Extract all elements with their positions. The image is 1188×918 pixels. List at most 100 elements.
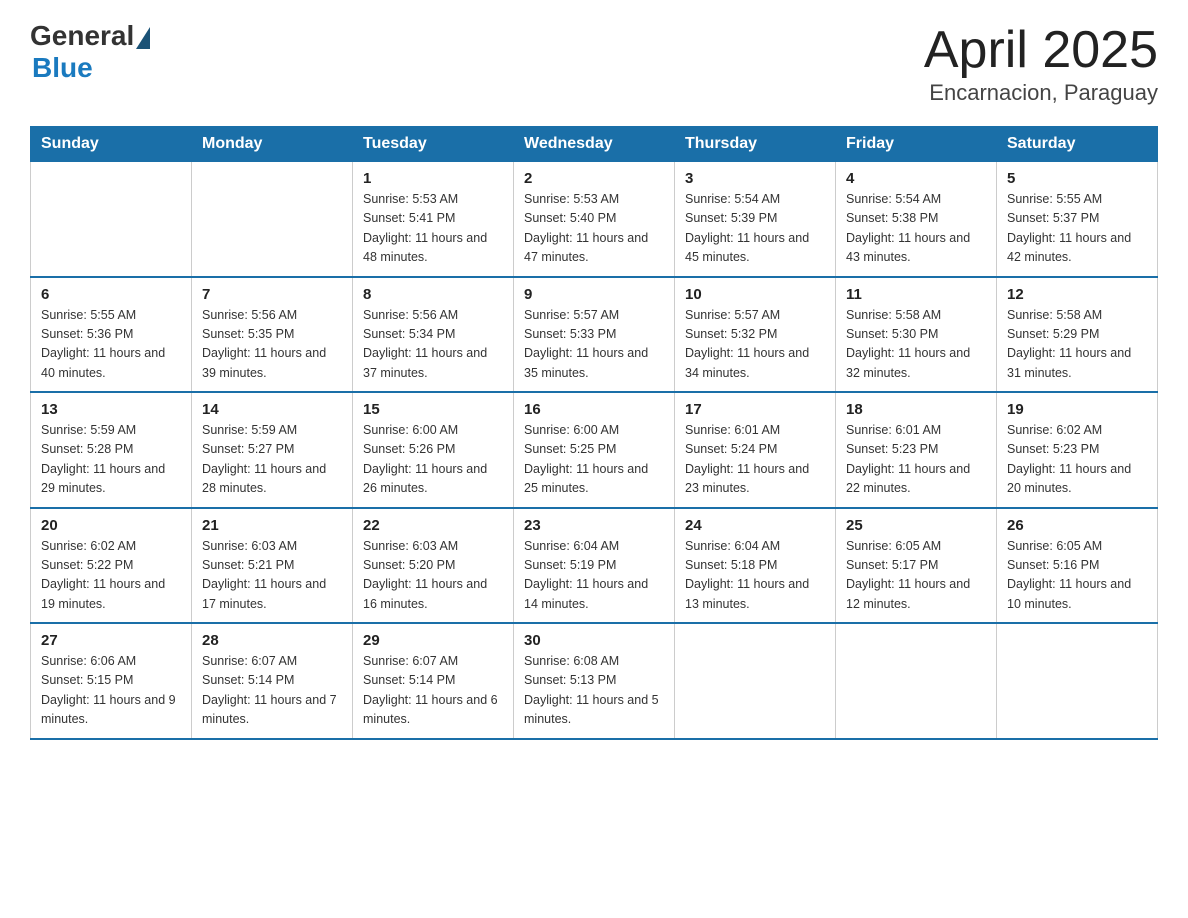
day-number: 17 (685, 401, 825, 418)
calendar-cell: 14Sunrise: 5:59 AMSunset: 5:27 PMDayligh… (192, 392, 353, 508)
weekday-header-sunday: Sunday (31, 127, 192, 162)
calendar-cell: 10Sunrise: 5:57 AMSunset: 5:32 PMDayligh… (675, 277, 836, 393)
day-number: 21 (202, 517, 342, 534)
weekday-header-saturday: Saturday (997, 127, 1158, 162)
logo-general-text: General (30, 20, 134, 52)
calendar-cell: 1 Sunrise: 5:53 AMSunset: 5:41 PMDaylight… (353, 162, 514, 277)
calendar-week-row: 6 Sunrise: 5:55 AMSunset: 5:36 PMDaylight… (31, 277, 1158, 393)
weekday-header-monday: Monday (192, 127, 353, 162)
day-info: Sunrise: 6:02 AMSunset: 5:23 PMDaylight:… (1007, 421, 1147, 499)
day-info: Sunrise: 5:55 AMSunset: 5:37 PMDaylight:… (1007, 190, 1147, 268)
day-number: 4 (846, 170, 986, 187)
day-number: 25 (846, 517, 986, 534)
calendar-week-row: 13 Sunrise: 5:59 AMSunset: 5:28 PMDayligh… (31, 392, 1158, 508)
day-number: 5 (1007, 170, 1147, 187)
calendar-cell: 30 Sunrise: 6:08 AMSunset: 5:13 PMDayligh… (514, 623, 675, 739)
calendar-cell: 13 Sunrise: 5:59 AMSunset: 5:28 PMDayligh… (31, 392, 192, 508)
day-info: Sunrise: 5:54 AMSunset: 5:39 PMDaylight:… (685, 190, 825, 268)
day-info: Sunrise: 6:02 AMSunset: 5:22 PMDaylight:… (41, 537, 181, 615)
day-info: Sunrise: 6:05 AMSunset: 5:17 PMDaylight:… (846, 537, 986, 615)
day-number: 14 (202, 401, 342, 418)
day-number: 20 (41, 517, 181, 534)
day-number: 29 (363, 632, 503, 649)
day-info: Sunrise: 6:06 AMSunset: 5:15 PMDaylight:… (41, 652, 181, 730)
day-info: Sunrise: 5:53 AMSunset: 5:40 PMDaylight:… (524, 190, 664, 268)
calendar-cell: 28 Sunrise: 6:07 AMSunset: 5:14 PMDayligh… (192, 623, 353, 739)
day-number: 18 (846, 401, 986, 418)
calendar-week-row: 27 Sunrise: 6:06 AMSunset: 5:15 PMDayligh… (31, 623, 1158, 739)
day-info: Sunrise: 5:56 AMSunset: 5:35 PMDaylight:… (202, 306, 342, 384)
calendar-cell (675, 623, 836, 739)
weekday-header-wednesday: Wednesday (514, 127, 675, 162)
day-info: Sunrise: 6:03 AMSunset: 5:21 PMDaylight:… (202, 537, 342, 615)
calendar-week-row: 1 Sunrise: 5:53 AMSunset: 5:41 PMDaylight… (31, 162, 1158, 277)
day-info: Sunrise: 6:07 AMSunset: 5:14 PMDaylight:… (363, 652, 503, 730)
calendar-cell (192, 162, 353, 277)
day-info: Sunrise: 6:04 AMSunset: 5:19 PMDaylight:… (524, 537, 664, 615)
calendar-cell: 12Sunrise: 5:58 AMSunset: 5:29 PMDayligh… (997, 277, 1158, 393)
day-number: 22 (363, 517, 503, 534)
day-info: Sunrise: 5:58 AMSunset: 5:30 PMDaylight:… (846, 306, 986, 384)
day-number: 8 (363, 286, 503, 303)
day-info: Sunrise: 5:59 AMSunset: 5:28 PMDaylight:… (41, 421, 181, 499)
calendar-cell: 8 Sunrise: 5:56 AMSunset: 5:34 PMDaylight… (353, 277, 514, 393)
calendar-cell: 27 Sunrise: 6:06 AMSunset: 5:15 PMDayligh… (31, 623, 192, 739)
day-info: Sunrise: 6:00 AMSunset: 5:26 PMDaylight:… (363, 421, 503, 499)
calendar-cell: 22 Sunrise: 6:03 AMSunset: 5:20 PMDayligh… (353, 508, 514, 624)
weekday-header-row: SundayMondayTuesdayWednesdayThursdayFrid… (31, 127, 1158, 162)
day-info: Sunrise: 6:01 AMSunset: 5:23 PMDaylight:… (846, 421, 986, 499)
logo-triangle-icon (136, 27, 150, 49)
day-number: 7 (202, 286, 342, 303)
day-number: 19 (1007, 401, 1147, 418)
calendar-cell: 7 Sunrise: 5:56 AMSunset: 5:35 PMDaylight… (192, 277, 353, 393)
day-info: Sunrise: 5:55 AMSunset: 5:36 PMDaylight:… (41, 306, 181, 384)
day-number: 1 (363, 170, 503, 187)
day-info: Sunrise: 5:56 AMSunset: 5:34 PMDaylight:… (363, 306, 503, 384)
day-info: Sunrise: 6:05 AMSunset: 5:16 PMDaylight:… (1007, 537, 1147, 615)
day-number: 2 (524, 170, 664, 187)
day-number: 13 (41, 401, 181, 418)
day-info: Sunrise: 6:03 AMSunset: 5:20 PMDaylight:… (363, 537, 503, 615)
day-number: 27 (41, 632, 181, 649)
weekday-header-tuesday: Tuesday (353, 127, 514, 162)
day-number: 9 (524, 286, 664, 303)
day-info: Sunrise: 6:00 AMSunset: 5:25 PMDaylight:… (524, 421, 664, 499)
calendar-table: SundayMondayTuesdayWednesdayThursdayFrid… (30, 126, 1158, 740)
calendar-cell: 20 Sunrise: 6:02 AMSunset: 5:22 PMDayligh… (31, 508, 192, 624)
calendar-cell: 21 Sunrise: 6:03 AMSunset: 5:21 PMDayligh… (192, 508, 353, 624)
day-number: 28 (202, 632, 342, 649)
location-subtitle: Encarnacion, Paraguay (924, 80, 1158, 106)
day-info: Sunrise: 5:54 AMSunset: 5:38 PMDaylight:… (846, 190, 986, 268)
title-section: April 2025 Encarnacion, Paraguay (924, 20, 1158, 106)
calendar-cell: 6 Sunrise: 5:55 AMSunset: 5:36 PMDaylight… (31, 277, 192, 393)
day-number: 16 (524, 401, 664, 418)
calendar-cell: 23Sunrise: 6:04 AMSunset: 5:19 PMDayligh… (514, 508, 675, 624)
day-number: 15 (363, 401, 503, 418)
day-number: 26 (1007, 517, 1147, 534)
day-info: Sunrise: 6:07 AMSunset: 5:14 PMDaylight:… (202, 652, 342, 730)
calendar-cell: 9 Sunrise: 5:57 AMSunset: 5:33 PMDaylight… (514, 277, 675, 393)
day-info: Sunrise: 5:57 AMSunset: 5:33 PMDaylight:… (524, 306, 664, 384)
logo: General Blue (30, 20, 150, 84)
day-info: Sunrise: 5:53 AMSunset: 5:41 PMDaylight:… (363, 190, 503, 268)
day-info: Sunrise: 6:08 AMSunset: 5:13 PMDaylight:… (524, 652, 664, 730)
calendar-cell: 2 Sunrise: 5:53 AMSunset: 5:40 PMDaylight… (514, 162, 675, 277)
calendar-cell (997, 623, 1158, 739)
day-info: Sunrise: 6:01 AMSunset: 5:24 PMDaylight:… (685, 421, 825, 499)
calendar-cell: 24 Sunrise: 6:04 AMSunset: 5:18 PMDayligh… (675, 508, 836, 624)
day-info: Sunrise: 5:58 AMSunset: 5:29 PMDaylight:… (1007, 306, 1147, 384)
calendar-cell (31, 162, 192, 277)
day-number: 24 (685, 517, 825, 534)
calendar-cell: 4 Sunrise: 5:54 AMSunset: 5:38 PMDaylight… (836, 162, 997, 277)
day-number: 3 (685, 170, 825, 187)
day-info: Sunrise: 6:04 AMSunset: 5:18 PMDaylight:… (685, 537, 825, 615)
month-title: April 2025 (924, 20, 1158, 80)
day-number: 6 (41, 286, 181, 303)
calendar-cell: 5 Sunrise: 5:55 AMSunset: 5:37 PMDaylight… (997, 162, 1158, 277)
weekday-header-friday: Friday (836, 127, 997, 162)
day-number: 30 (524, 632, 664, 649)
day-info: Sunrise: 5:57 AMSunset: 5:32 PMDaylight:… (685, 306, 825, 384)
logo-blue-text: Blue (32, 52, 93, 84)
day-number: 11 (846, 286, 986, 303)
calendar-cell: 29 Sunrise: 6:07 AMSunset: 5:14 PMDayligh… (353, 623, 514, 739)
